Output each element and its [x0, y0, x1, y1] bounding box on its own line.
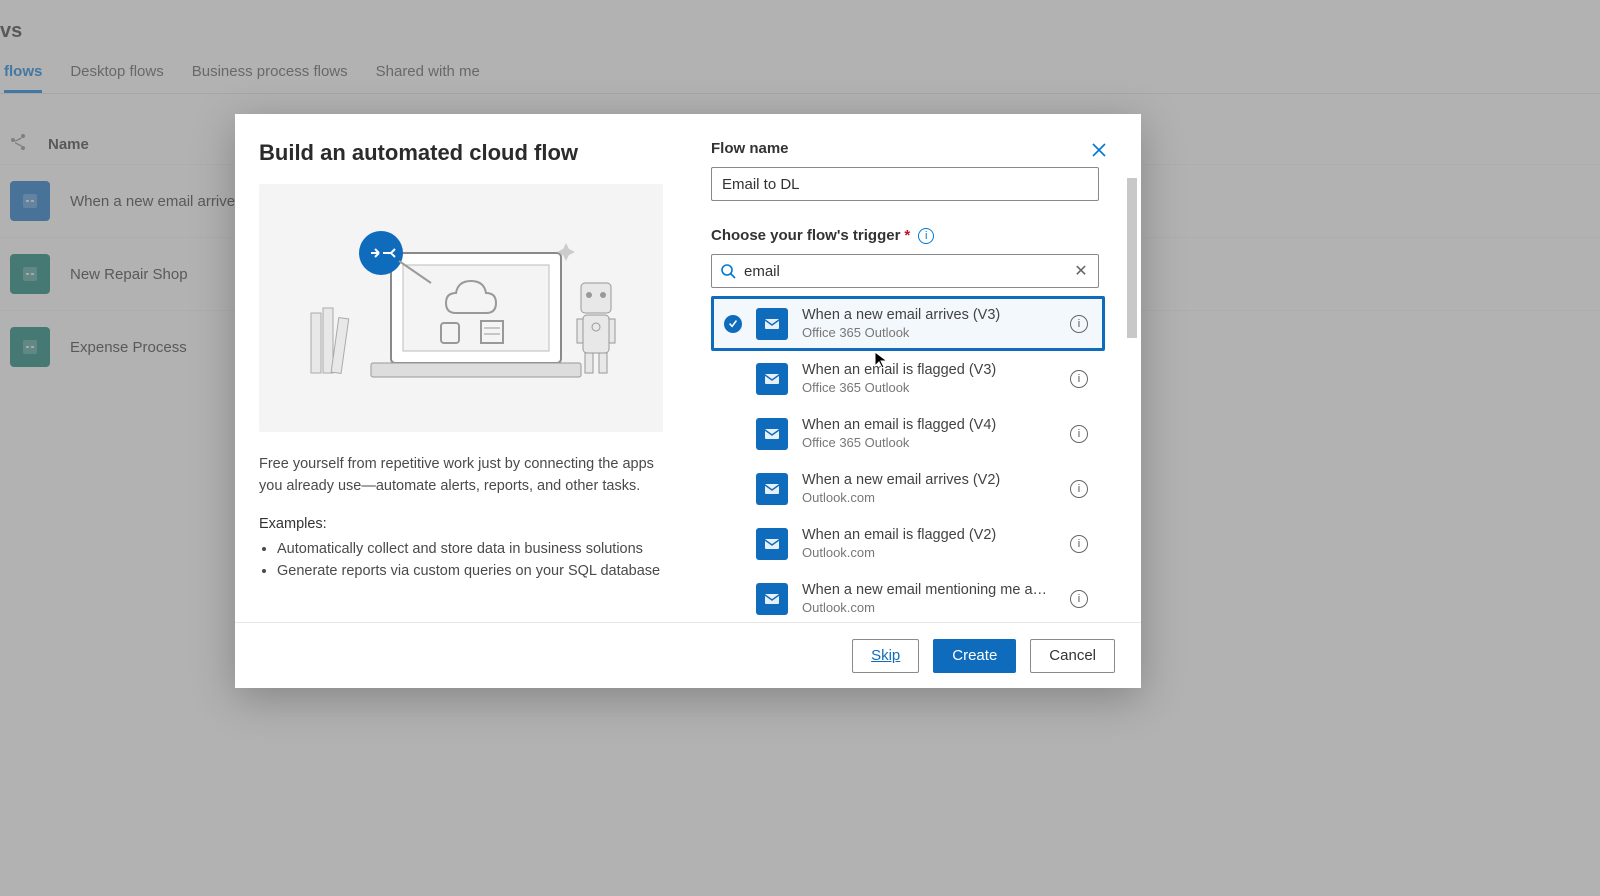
modal-description: Free yourself from repetitive work just …	[259, 454, 663, 498]
trigger-connector: Office 365 Outlook	[802, 380, 1056, 395]
modal-footer: Skip Create Cancel	[235, 622, 1141, 688]
trigger-info-icon[interactable]: i	[1070, 315, 1088, 333]
trigger-item[interactable]: When an email is flagged (V3) Office 365…	[711, 351, 1105, 406]
connector-icon	[756, 418, 788, 450]
examples-heading: Examples:	[259, 516, 663, 532]
connector-icon	[756, 308, 788, 340]
example-item: Generate reports via custom queries on y…	[277, 560, 663, 582]
flow-name-label: Flow name	[711, 140, 1105, 157]
trigger-name: When an email is flagged (V3)	[802, 362, 1056, 378]
clear-search-icon[interactable]: ✕	[1072, 261, 1090, 281]
scrollbar[interactable]	[1127, 178, 1137, 618]
trigger-info-icon[interactable]: i	[1070, 480, 1088, 498]
connector-icon	[756, 528, 788, 560]
trigger-name: When a new email mentioning me a…	[802, 582, 1056, 598]
trigger-info-icon[interactable]: i	[1070, 370, 1088, 388]
trigger-list: When a new email arrives (V3) Office 365…	[711, 296, 1105, 622]
example-item: Automatically collect and store data in …	[277, 538, 663, 560]
connector-icon	[756, 473, 788, 505]
examples-list: Automatically collect and store data in …	[259, 538, 663, 583]
trigger-label: Choose your flow's trigger*	[711, 227, 910, 244]
trigger-item[interactable]: When a new email arrives (V3) Office 365…	[711, 296, 1105, 351]
create-button[interactable]: Create	[933, 639, 1016, 673]
illustration	[259, 184, 663, 432]
trigger-item[interactable]: When a new email arrives (V2) Outlook.co…	[711, 461, 1105, 516]
trigger-connector: Outlook.com	[802, 600, 1056, 615]
modal-title: Build an automated cloud flow	[259, 140, 663, 166]
trigger-connector: Outlook.com	[802, 545, 1056, 560]
trigger-name: When an email is flagged (V4)	[802, 417, 1056, 433]
trigger-info-icon[interactable]: i	[1070, 535, 1088, 553]
connector-icon	[756, 363, 788, 395]
cancel-button[interactable]: Cancel	[1030, 639, 1115, 673]
trigger-connector: Office 365 Outlook	[802, 325, 1056, 340]
trigger-info-icon[interactable]: i	[1070, 425, 1088, 443]
trigger-item[interactable]: When an email is flagged (V2) Outlook.co…	[711, 516, 1105, 571]
close-button[interactable]	[1085, 136, 1113, 164]
connector-icon	[756, 583, 788, 615]
trigger-search-input[interactable]	[744, 263, 1064, 280]
skip-button[interactable]: Skip	[852, 639, 919, 673]
info-icon[interactable]: i	[918, 228, 934, 244]
trigger-name: When a new email arrives (V3)	[802, 307, 1056, 323]
build-flow-modal: Build an automated cloud flow	[235, 114, 1141, 688]
selected-check-icon	[724, 315, 742, 333]
trigger-info-icon[interactable]: i	[1070, 590, 1088, 608]
flow-name-input[interactable]	[711, 167, 1099, 201]
trigger-connector: Outlook.com	[802, 490, 1056, 505]
trigger-search[interactable]: ✕	[711, 254, 1099, 288]
trigger-item[interactable]: When a new email mentioning me a… Outloo…	[711, 571, 1105, 622]
trigger-connector: Office 365 Outlook	[802, 435, 1056, 450]
trigger-name: When an email is flagged (V2)	[802, 527, 1056, 543]
trigger-item[interactable]: When an email is flagged (V4) Office 365…	[711, 406, 1105, 461]
search-icon	[720, 263, 736, 279]
trigger-name: When a new email arrives (V2)	[802, 472, 1056, 488]
